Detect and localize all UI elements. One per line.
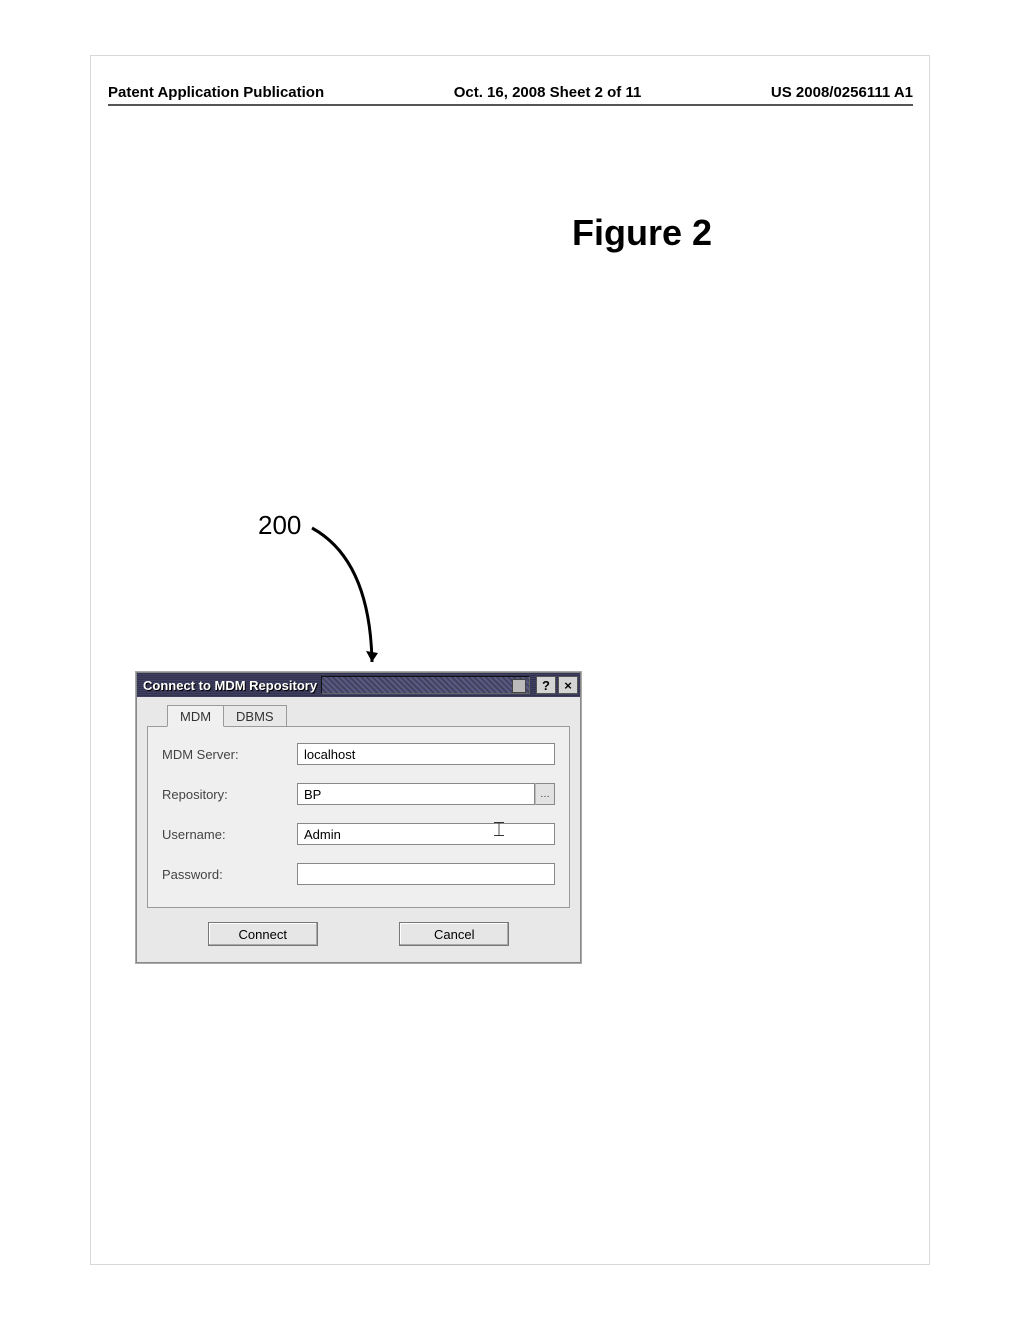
tab-mdm[interactable]: MDM — [167, 705, 224, 727]
help-button[interactable]: ? — [536, 676, 556, 694]
username-input[interactable] — [297, 823, 555, 845]
row-username: Username: ⌶ — [162, 823, 555, 845]
cancel-button[interactable]: Cancel — [399, 922, 509, 946]
callout-number: 200 — [258, 510, 301, 541]
page-frame — [90, 55, 930, 1265]
label-password: Password: — [162, 867, 297, 882]
dialog-button-row: Connect Cancel — [137, 908, 580, 962]
label-repository: Repository: — [162, 787, 297, 802]
dialog-title: Connect to MDM Repository — [143, 678, 317, 693]
callout-leader-line — [300, 520, 390, 670]
chevron-down-icon — [512, 679, 526, 693]
tab-panel-mdm: MDM Server: Repository: … Username: — [147, 726, 570, 908]
header-right: US 2008/0256111 A1 — [771, 84, 913, 101]
row-password: Password: — [162, 863, 555, 885]
connect-dialog: Connect to MDM Repository ? × MDM DBMS M… — [136, 672, 581, 963]
figure-title: Figure 2 — [572, 212, 712, 254]
ellipsis-icon: … — [540, 789, 550, 800]
close-button[interactable]: × — [558, 676, 578, 694]
tab-strip: MDM DBMS — [167, 705, 570, 726]
mdm-server-input[interactable] — [297, 743, 555, 765]
label-username: Username: — [162, 827, 297, 842]
connect-button[interactable]: Connect — [208, 922, 318, 946]
row-mdm-server: MDM Server: — [162, 743, 555, 765]
password-input[interactable] — [297, 863, 555, 885]
tab-dbms[interactable]: DBMS — [223, 705, 287, 726]
header-rule — [108, 104, 913, 106]
repository-browse-button[interactable]: … — [535, 783, 555, 805]
header-mid: Oct. 16, 2008 Sheet 2 of 11 — [454, 84, 642, 101]
page-header: Patent Application Publication Oct. 16, … — [108, 84, 913, 101]
titlebar[interactable]: Connect to MDM Repository ? × — [137, 673, 580, 697]
dialog-body: MDM DBMS MDM Server: Repository: … — [137, 697, 580, 908]
close-icon: × — [564, 678, 572, 693]
label-mdm-server: MDM Server: — [162, 747, 297, 762]
header-left: Patent Application Publication — [108, 84, 324, 101]
repository-input[interactable] — [297, 783, 535, 805]
row-repository: Repository: … — [162, 783, 555, 805]
titlebar-dropdown[interactable] — [321, 676, 530, 694]
help-icon: ? — [542, 678, 550, 693]
